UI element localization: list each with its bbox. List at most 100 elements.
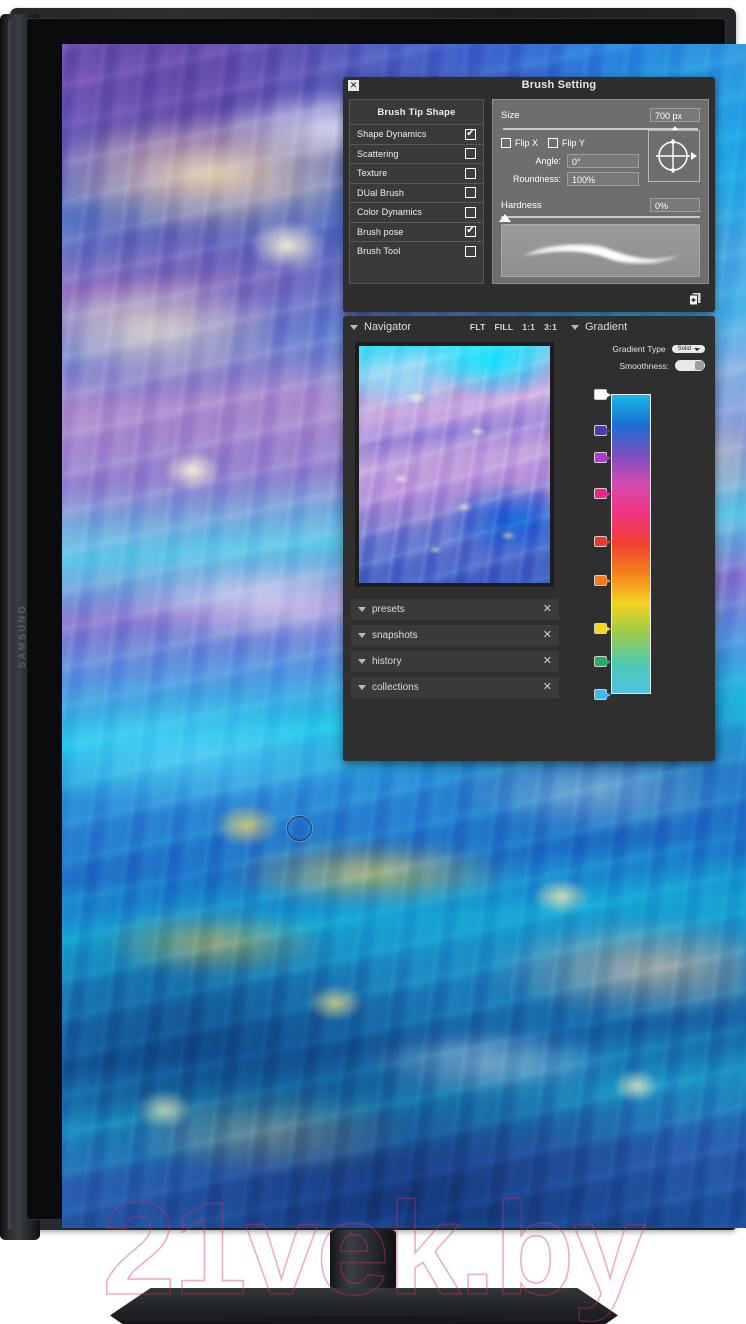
hardness-input[interactable]: 0%: [650, 198, 700, 212]
dock-row-history[interactable]: history ✕: [351, 651, 559, 672]
chevron-down-icon[interactable]: [571, 324, 579, 330]
gradient-type-row: Gradient Type Solid: [565, 344, 715, 354]
brush-option-label: DUal Brush: [357, 187, 405, 198]
close-icon[interactable]: ✕: [543, 682, 552, 693]
gradient-stop-pointer: [606, 692, 611, 698]
dock-row-label: snapshots: [372, 630, 418, 641]
flip-x-label: Flip X: [515, 138, 539, 148]
zoom-option-flt[interactable]: FLT: [470, 322, 486, 332]
gradient-stop-8[interactable]: [594, 689, 611, 700]
navigator-gradient-dock[interactable]: Navigator FLT FILL 1:1 3:1 presets ✕ sna…: [343, 316, 715, 761]
brush-setting-footer: [343, 284, 715, 312]
gradient-stop-6[interactable]: [594, 622, 611, 634]
gradient-stop-5[interactable]: [594, 575, 611, 586]
smoothness-slider[interactable]: [675, 360, 705, 371]
brush-stroke-preview: [501, 224, 700, 277]
navigator-preview-thumbnail: [359, 346, 550, 583]
checkbox-scattering[interactable]: [465, 148, 476, 160]
brush-setting-title: Brush Setting: [521, 79, 597, 91]
dock-row-snapshots[interactable]: snapshots ✕: [351, 625, 559, 646]
zoom-option-fill[interactable]: FILL: [494, 322, 513, 332]
close-icon[interactable]: ✕: [543, 604, 552, 615]
checkbox-dual-brush[interactable]: [465, 187, 476, 199]
brush-option-color-dynamics[interactable]: Color Dynamics: [350, 202, 483, 222]
gradient-strip-wrapper: [594, 389, 651, 700]
brush-option-scattering[interactable]: Scattering: [350, 143, 483, 164]
roundness-label: Roundness:: [512, 174, 561, 184]
brush-setting-titlebar[interactable]: ✕ Brush Setting: [343, 77, 715, 99]
hardness-slider-thumb[interactable]: [498, 214, 511, 222]
gradient-stop-2[interactable]: [594, 451, 611, 463]
brush-option-brush-tool[interactable]: Brush Tool: [350, 241, 483, 261]
chevron-down-icon: [694, 347, 700, 351]
zoom-option-3-1[interactable]: 3:1: [544, 322, 557, 332]
gradient-stop-4[interactable]: [594, 536, 611, 547]
size-input[interactable]: 700 px: [650, 108, 700, 122]
navigator-zoom-options: FLT FILL 1:1 3:1: [470, 322, 557, 332]
roundness-input[interactable]: 100%: [567, 172, 639, 186]
dock-row-presets[interactable]: presets ✕: [351, 599, 559, 620]
angle-dial-control[interactable]: [648, 130, 700, 182]
brush-option-dual-brush[interactable]: DUal Brush: [350, 182, 483, 203]
size-row: Size 700 px: [501, 108, 700, 122]
dock-row-label: presets: [372, 604, 405, 615]
gradient-stop-7[interactable]: [594, 656, 611, 667]
flip-x-toggle[interactable]: Flip X: [501, 138, 538, 148]
checkbox-brush-pose[interactable]: [465, 224, 476, 238]
new-brush-glyph: [689, 292, 702, 306]
navigator-header[interactable]: Navigator FLT FILL 1:1 3:1: [343, 316, 565, 338]
flip-y-toggle[interactable]: Flip Y: [548, 138, 585, 148]
gradient-stop-pointer: [606, 428, 611, 434]
gradient-stop-3[interactable]: [594, 488, 611, 499]
gradient-type-value: Solid: [677, 346, 691, 352]
new-brush-icon[interactable]: [687, 291, 703, 307]
hardness-row: Hardness 0%: [501, 198, 700, 212]
navigator-title: Navigator: [364, 321, 412, 333]
gradient-stop-pointer: [606, 491, 611, 497]
checkbox-flip-x[interactable]: [501, 138, 511, 148]
brush-option-brush-pose[interactable]: Brush pose: [350, 221, 483, 242]
close-icon[interactable]: ✕: [543, 656, 552, 667]
gradient-stop-pointer: [606, 578, 611, 584]
gradient-title: Gradient: [585, 321, 628, 333]
dock-row-label: collections: [372, 682, 419, 693]
gradient-stop-0[interactable]: [594, 389, 611, 400]
dock-row-collections[interactable]: collections ✕: [351, 677, 559, 698]
checkbox-brush-tool[interactable]: [465, 245, 476, 257]
zoom-option-1-1[interactable]: 1:1: [522, 322, 535, 332]
gradient-stop-pointer: [606, 625, 611, 632]
hardness-slider[interactable]: [498, 214, 700, 222]
chevron-down-icon[interactable]: [350, 324, 358, 330]
brush-tip-shape-heading: Brush Tip Shape: [377, 107, 456, 118]
gradient-header[interactable]: Gradient: [565, 316, 715, 338]
gradient-panel: Gradient Gradient Type Solid Smoothness:: [565, 316, 715, 761]
gradient-color-ramp[interactable]: [611, 394, 651, 694]
gradient-type-dropdown[interactable]: Solid: [671, 345, 705, 353]
close-icon[interactable]: ✕: [543, 630, 552, 641]
brush-option-shape-dynamics[interactable]: Shape Dynamics: [350, 124, 483, 144]
display-screen: ✕ Brush Setting Brush Tip Shape Shape Dy…: [62, 44, 746, 1228]
navigator-preview-frame[interactable]: [355, 342, 554, 587]
stand-neck: [330, 1230, 396, 1296]
checkbox-color-dynamics[interactable]: [465, 206, 476, 218]
checkbox-shape-dynamics[interactable]: [465, 127, 476, 140]
angle-label: Angle:: [535, 156, 561, 166]
size-label: Size: [501, 109, 520, 121]
smoothness-label: Smoothness:: [619, 360, 669, 371]
brush-stroke-icon: [519, 242, 684, 266]
hardness-label: Hardness: [501, 199, 542, 211]
chevron-down-icon[interactable]: [358, 633, 366, 638]
brush-setting-window[interactable]: ✕ Brush Setting Brush Tip Shape Shape Dy…: [343, 77, 715, 312]
angle-input[interactable]: 0°: [567, 154, 639, 168]
chevron-down-icon[interactable]: [358, 607, 366, 612]
checkbox-texture[interactable]: [465, 167, 476, 179]
gradient-stop-1[interactable]: [594, 425, 611, 436]
brush-cursor-ring: [287, 816, 312, 841]
brush-option-texture[interactable]: Texture: [350, 163, 483, 183]
smoothness-knob[interactable]: [695, 361, 704, 370]
brush-option-label: Brush Tool: [357, 246, 401, 257]
checkbox-flip-y[interactable]: [548, 138, 559, 148]
flip-y-label: Flip Y: [562, 138, 585, 148]
chevron-down-icon[interactable]: [358, 659, 366, 664]
chevron-down-icon[interactable]: [358, 685, 366, 690]
